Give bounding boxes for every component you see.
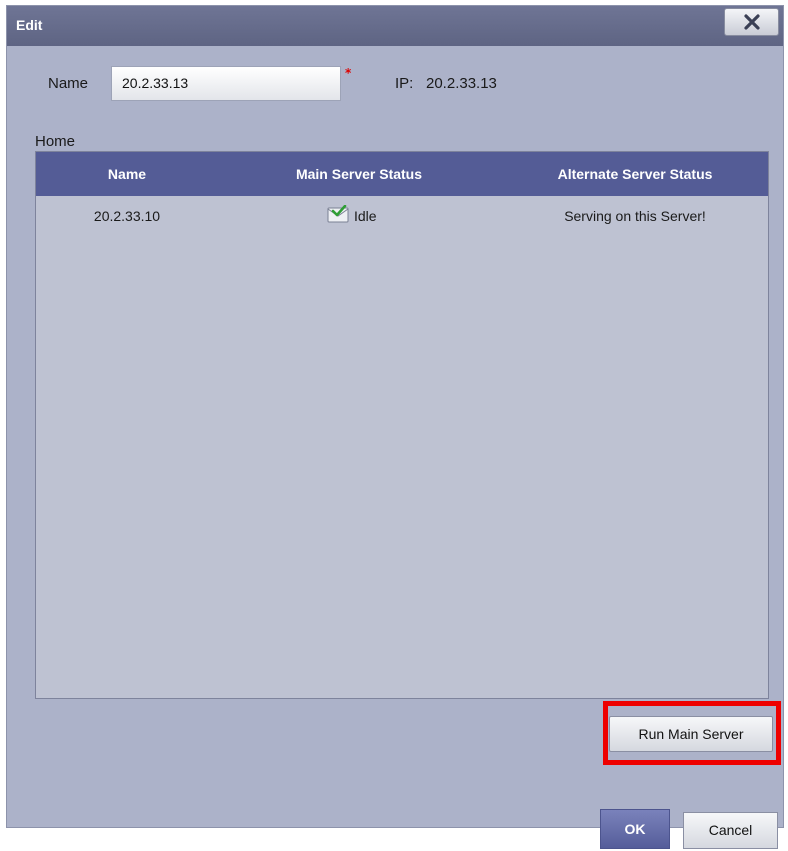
ip-label: IP: xyxy=(395,75,414,92)
dialog-title: Edit xyxy=(16,17,43,33)
table-row[interactable]: 20.2.33.10 Idle Serving on this Server! xyxy=(36,198,768,232)
row-alternate-status: Serving on this Server! xyxy=(564,208,706,224)
required-marker: * xyxy=(345,66,352,80)
section-label-home: Home xyxy=(35,133,76,150)
name-label: Name xyxy=(48,75,89,92)
table-header: Name Main Server Status Alternate Server… xyxy=(36,152,768,196)
cancel-button[interactable]: Cancel xyxy=(683,812,778,849)
server-table: Name Main Server Status Alternate Server… xyxy=(35,151,769,699)
ip-value: 20.2.33.13 xyxy=(426,75,497,92)
column-header-alternate-status: Alternate Server Status xyxy=(557,166,713,182)
dialog-titlebar: Edit xyxy=(7,6,783,46)
name-input[interactable]: 20.2.33.13 xyxy=(111,66,341,101)
edit-dialog: Edit Name 20.2.33.13 * IP: 20.2.33.13 Ho… xyxy=(6,5,784,828)
close-icon xyxy=(744,14,760,30)
run-main-server-button[interactable]: Run Main Server xyxy=(609,716,773,752)
ok-button[interactable]: OK xyxy=(600,809,670,849)
row-main-status: Idle xyxy=(354,208,377,224)
close-button[interactable] xyxy=(724,8,779,36)
column-header-main-status: Main Server Status xyxy=(295,166,423,182)
idle-status-icon xyxy=(327,204,349,227)
row-name: 20.2.33.10 xyxy=(93,208,161,224)
column-header-name: Name xyxy=(107,166,147,182)
